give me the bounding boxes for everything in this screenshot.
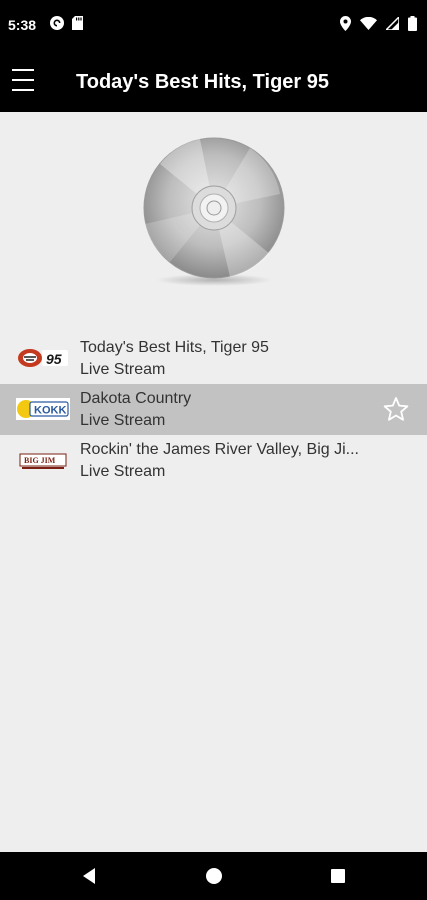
compact-disc-icon [143, 137, 285, 286]
back-icon[interactable] [80, 866, 100, 886]
signal-icon [386, 17, 399, 30]
big-jim-logo-text: BIG JIM [24, 456, 56, 465]
status-bar: 5:38 [0, 0, 427, 52]
page-title: Today's Best Hits, Tiger 95 [76, 71, 329, 93]
station-subtitle: Live Stream [80, 412, 166, 429]
pocket-casts-icon [50, 16, 64, 30]
station-subtitle: Live Stream [80, 361, 166, 378]
station-list: 95 Today's Best Hits, Tiger 95 Live Stre… [0, 333, 427, 486]
kokk-logo-text: KOKK [34, 405, 66, 417]
hamburger-menu-icon[interactable] [12, 69, 34, 95]
app-bar: Today's Best Hits, Tiger 95 [0, 52, 427, 112]
status-left-icons [50, 16, 83, 30]
tiger-95-logo: 95 [18, 349, 68, 367]
station-row-tiger-95[interactable]: 95 Today's Best Hits, Tiger 95 Live Stre… [0, 333, 427, 384]
station-name: Today's Best Hits, Tiger 95 [80, 339, 269, 356]
station-row-big-jim[interactable]: BIG JIM Rockin' the James River Valley, … [0, 435, 427, 486]
kokk-logo: KOKK [16, 398, 70, 420]
recents-icon[interactable] [328, 866, 348, 886]
wifi-icon [360, 17, 377, 30]
phone-screen: 5:38 Today's Best Hits, Tiger 95 95 Toda… [0, 0, 427, 900]
status-time: 5:38 [8, 17, 37, 33]
station-row-dakota-country[interactable]: KOKK Dakota Country Live Stream [0, 384, 427, 435]
system-nav-bar [0, 852, 427, 900]
tiger-95-logo-text: 95 [46, 351, 62, 367]
battery-icon [408, 16, 417, 31]
sd-card-icon [72, 16, 83, 30]
big-jim-logo: BIG JIM [19, 453, 67, 469]
station-name: Rockin' the James River Valley, Big Ji..… [80, 441, 359, 458]
station-name: Dakota Country [80, 390, 192, 407]
home-icon[interactable] [204, 866, 224, 886]
star-outline-icon[interactable] [383, 396, 409, 422]
location-icon [340, 16, 351, 31]
station-subtitle: Live Stream [80, 463, 166, 480]
status-right-icons [340, 16, 417, 31]
